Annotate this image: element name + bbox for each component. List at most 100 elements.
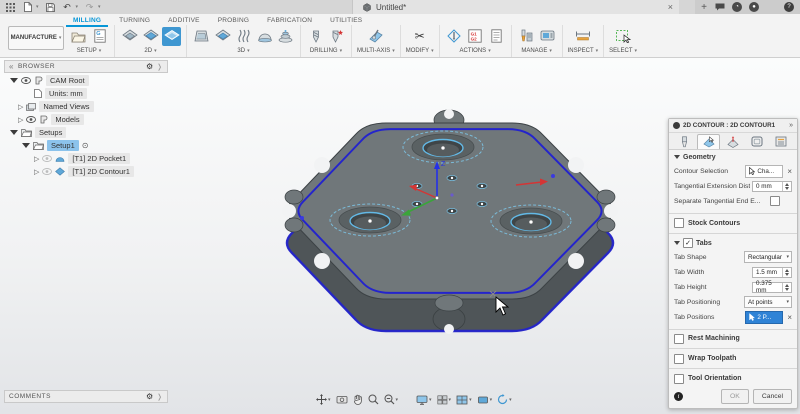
look-at-icon[interactable] [336, 395, 348, 404]
visibility-eye-off-icon[interactable] [42, 155, 52, 162]
tree-item-2d-pocket1[interactable]: ▷ [T1] 2D Pocket1 [4, 152, 204, 165]
group-inspect-label[interactable]: INSPECT▾ [568, 48, 599, 54]
wrap-toolpath-section-header[interactable]: Wrap Toolpath [669, 351, 797, 366]
group-modify-label[interactable]: MODIFY▾ [406, 48, 434, 54]
free-orbit-icon[interactable]: ▾ [316, 394, 331, 405]
tool-library-icon[interactable] [517, 27, 536, 46]
machine-library-icon[interactable] [538, 27, 557, 46]
tangential-extension-input[interactable]: 0 mm [752, 181, 792, 192]
stock-contours-checkbox[interactable] [674, 218, 684, 228]
tree-item-setups[interactable]: Setups [4, 126, 204, 139]
tree-item-units[interactable]: Units: mm [4, 87, 204, 100]
tool-tab-icon[interactable] [673, 134, 696, 149]
dialog-header[interactable]: 2D CONTOUR : 2D CONTOUR1 » [669, 119, 797, 133]
tree-item-models[interactable]: ▷ Models [4, 113, 204, 126]
group-2d-label[interactable]: 2D▾ [144, 48, 156, 54]
gcode-document-icon[interactable]: G [90, 27, 109, 46]
visibility-eye-icon[interactable] [21, 77, 31, 84]
redo-icon[interactable]: ↷ [84, 2, 95, 13]
document-tab[interactable]: Untitled* × [352, 0, 679, 14]
viewports-icon[interactable]: ▾ [456, 395, 472, 405]
group-multiaxis-label[interactable]: MULTI-AXIS▾ [357, 48, 395, 54]
contour-point-right[interactable] [551, 174, 555, 178]
expander-open-icon[interactable] [22, 143, 30, 148]
undo-dropdown[interactable]: ▾ [76, 4, 79, 10]
tree-item-2d-contour1[interactable]: ▷ [T1] 2D Contour1 [4, 165, 204, 178]
comments-panel-header[interactable]: COMMENTS ⚙ ❭ [4, 390, 168, 403]
help-icon[interactable]: ? [784, 2, 794, 12]
info-icon[interactable]: i [674, 392, 683, 401]
spinner-control[interactable] [782, 268, 791, 277]
visibility-eye-icon[interactable] [26, 116, 36, 123]
tree-label[interactable]: Setups [35, 127, 66, 138]
simulate-icon[interactable] [445, 27, 464, 46]
contour-selection-clear-icon[interactable]: × [787, 167, 792, 176]
drill-icon[interactable] [306, 27, 325, 46]
tabs-section-header[interactable]: ✓ Tabs [674, 237, 792, 250]
model-3d-part[interactable]: Z [260, 93, 660, 353]
expander-open-icon[interactable] [10, 78, 18, 83]
tree-item-named-views[interactable]: ▷ Named Views [4, 100, 204, 113]
tree-label[interactable]: [T1] 2D Contour1 [68, 166, 134, 177]
expander-closed-icon[interactable]: ▷ [34, 168, 39, 176]
setup-sheet-icon[interactable] [487, 27, 506, 46]
tab-width-input[interactable]: 1.5 mm [752, 267, 792, 278]
notification-icon[interactable]: ● [749, 2, 759, 12]
tool-orientation-section-header[interactable]: Tool Orientation [669, 371, 797, 386]
tabs-checkbox[interactable]: ✓ [683, 238, 693, 248]
browser-gear-icon[interactable]: ⚙ [146, 62, 154, 71]
2d-contour-icon[interactable] [162, 27, 181, 46]
redo-dropdown[interactable]: ▾ [98, 4, 101, 10]
new-tab-icon[interactable]: + [701, 2, 707, 13]
post-process-icon[interactable]: G1G2 [466, 27, 485, 46]
geometry-section-header[interactable]: Geometry [674, 151, 792, 164]
3d-pocket-icon[interactable] [213, 27, 232, 46]
stock-contours-section-header[interactable]: Stock Contours [669, 216, 797, 231]
2d-adaptive-icon[interactable] [141, 27, 160, 46]
browser-collapse-icon[interactable]: « [9, 62, 14, 71]
3d-spiral-icon[interactable] [276, 27, 295, 46]
linking-tab-icon[interactable] [769, 134, 792, 149]
file-menu-dropdown[interactable]: ▾ [36, 4, 39, 10]
contour-selection-chip[interactable]: Cha... [745, 165, 783, 178]
expander-closed-icon[interactable]: ▷ [18, 103, 23, 111]
save-icon[interactable] [45, 2, 56, 13]
zoom-window-icon[interactable]: ▾ [384, 394, 399, 405]
tab-positions-chip[interactable]: 2 P... [745, 311, 783, 324]
geometry-tab-icon[interactable] [697, 134, 720, 149]
multiaxis-swarf-icon[interactable] [366, 27, 385, 46]
heights-tab-icon[interactable] [721, 134, 744, 149]
app-grid-icon[interactable] [5, 2, 16, 13]
separate-tangential-checkbox[interactable] [770, 196, 780, 206]
undo-icon[interactable]: ↶ [62, 2, 73, 13]
group-select-label[interactable]: SELECT▾ [609, 48, 637, 54]
scissors-icon[interactable]: ✂ [410, 27, 429, 46]
browser-resize-handle[interactable]: ❭ [157, 63, 163, 71]
pan-hand-icon[interactable] [353, 394, 363, 405]
group-drilling-label[interactable]: DRILLING▾ [310, 48, 342, 54]
rest-machining-checkbox[interactable] [674, 334, 684, 344]
tree-label-selected[interactable]: Setup1 [47, 140, 79, 151]
tab-positioning-select[interactable]: At points▾ [744, 296, 792, 308]
passes-tab-icon[interactable] [745, 134, 768, 149]
expander-closed-icon[interactable]: ▷ [34, 155, 39, 163]
tree-label[interactable]: [T1] 2D Pocket1 [68, 153, 130, 164]
tree-item-setup1[interactable]: Setup1 ⊙ [4, 139, 204, 152]
tree-label[interactable]: Models [51, 114, 83, 125]
tab-shape-select[interactable]: Rectangular▾ [744, 251, 792, 263]
comment-icon[interactable] [714, 2, 725, 13]
3d-scallop-icon[interactable] [255, 27, 274, 46]
file-menu-icon[interactable] [22, 2, 33, 13]
3d-adaptive-icon[interactable] [192, 27, 211, 46]
expander-open-icon[interactable] [10, 130, 18, 135]
active-setup-radio-icon[interactable]: ⊙ [82, 141, 89, 150]
selection-box-icon[interactable] [614, 27, 633, 46]
tree-label[interactable]: Units: mm [45, 88, 87, 99]
dialog-expand-icon[interactable]: » [789, 122, 793, 129]
tab-height-input[interactable]: 0.375 mm [752, 282, 792, 293]
grid-snaps-icon[interactable]: ▾ [437, 395, 452, 405]
orbit-mode-icon[interactable]: ▾ [497, 394, 512, 405]
wrap-toolpath-checkbox[interactable] [674, 354, 684, 364]
visibility-eye-off-icon[interactable] [42, 168, 52, 175]
ok-button[interactable]: OK [721, 389, 749, 404]
